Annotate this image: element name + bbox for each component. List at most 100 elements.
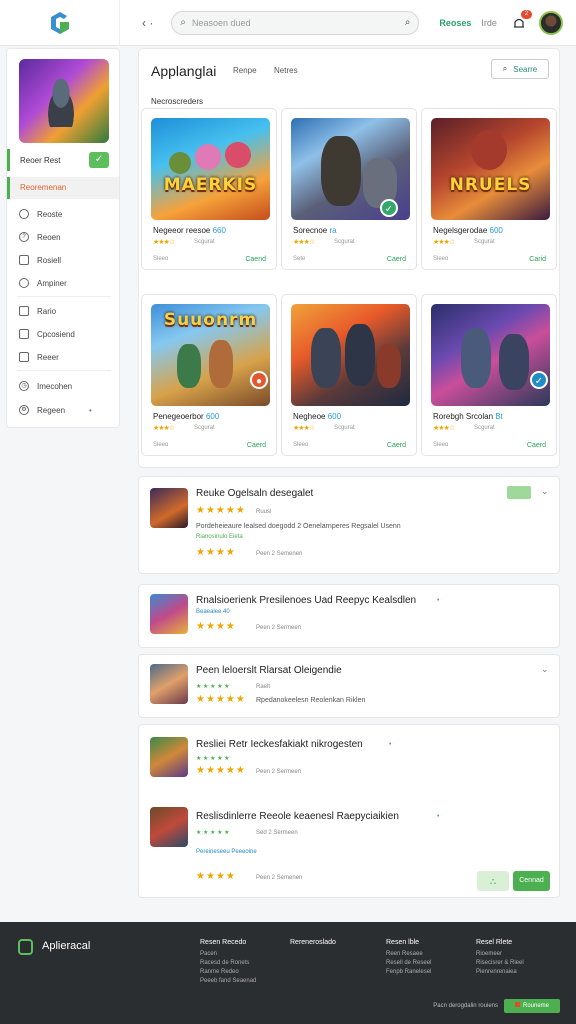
game-art[interactable]: MAERKIS	[151, 118, 270, 220]
square-icon	[19, 329, 29, 339]
card-action[interactable]: Caerd	[247, 442, 266, 449]
game-card[interactable]: Negheoe 600 ★★★☆ Scgurat Sleeo Caerd	[281, 294, 417, 456]
card-title: Sorecnoe ra	[293, 226, 337, 235]
list-footer: Peen 2 Sermeen	[256, 769, 302, 775]
top-link-secondary[interactable]: Irde	[481, 18, 497, 28]
chevron-down-icon[interactable]: ⌄	[541, 664, 549, 675]
app-logo[interactable]	[0, 0, 120, 46]
notification-bell-icon[interactable]: 2	[511, 9, 532, 31]
list-sub: Raelt	[256, 684, 271, 690]
sidebar-item-4[interactable]: Ampiner	[19, 278, 67, 288]
footer-column: Rereneroslado	[290, 939, 336, 951]
search-bar[interactable]: ⌕ Neasoen dued ⌕	[171, 10, 420, 35]
sidebar-item-9[interactable]: ⚙ Regeen •	[19, 405, 92, 415]
sidebar-item-active[interactable]: Reoremenan	[7, 177, 119, 199]
list-title[interactable]: Peen leloerslt Rlarsat Oleigendie	[196, 665, 342, 676]
game-card[interactable]: ✓ Sorecnoe ra ★★★☆ Scgurat Sete Caerd	[281, 108, 417, 270]
sidebar-item-6[interactable]: Cpcosiend	[19, 329, 75, 339]
section-label: Necroscreders	[151, 97, 204, 106]
sidebar-item-8[interactable]: ◷ Imecohen	[19, 381, 72, 391]
notification-badge: 2	[520, 9, 532, 19]
game-card[interactable]: NRUELS Negelsgerodae 600 ★★★☆ Scgurat Sl…	[421, 108, 557, 270]
search-icon: ⌕	[180, 17, 186, 28]
card-action[interactable]: Caerd	[387, 442, 406, 449]
users-icon[interactable]: ⛬	[477, 871, 509, 891]
card-meta: Sleeo	[153, 256, 169, 262]
sidebar-item-5[interactable]: Rario	[19, 306, 56, 316]
footer-action-button[interactable]: Rouneme	[504, 999, 560, 1013]
check-icon[interactable]: ✓	[89, 152, 109, 168]
sidebar-item-label: Imecohen	[37, 381, 73, 391]
sidebar-user-name: Reoer Rest	[20, 155, 61, 165]
user-avatar[interactable]	[538, 10, 563, 35]
list-thumb[interactable]	[150, 737, 188, 777]
game-art[interactable]: NRUELS	[431, 118, 550, 220]
footer-heading: Resen lble	[386, 939, 420, 946]
search-button[interactable]: ⌕ Searre	[491, 59, 549, 79]
star-rating-icon: ★★★★	[196, 621, 236, 632]
game-card[interactable]: ✓ Rorebgh Srcolan Bt ★★★☆ Scgurat Sleeo …	[421, 294, 557, 456]
game-art[interactable]	[431, 304, 550, 406]
tab-2[interactable]: Netres	[274, 66, 298, 75]
search-submit-icon[interactable]: ⌕	[405, 17, 411, 28]
list-thumb[interactable]	[150, 594, 188, 634]
footer: Aplieracal Resen Recedo Pacen Racesd de …	[0, 922, 576, 1024]
list-title[interactable]: Resliei Retr Ieckesfakiakt nikrogesten	[196, 739, 363, 750]
footer-column: Resel Rlete Rioemeer Risecisrer & Rleel …	[476, 939, 524, 978]
footer-link[interactable]: Ranme Redeo	[200, 969, 256, 975]
list-item[interactable]: Reuke Ogelsaln desegalet ★★★★★ Ruusl Por…	[138, 476, 560, 574]
card-action[interactable]: Caend	[245, 256, 266, 263]
footer-link[interactable]: Risecisrer & Rleel	[476, 960, 524, 966]
star-rating-icon: ★★★☆	[293, 239, 315, 246]
sidebar-item-7[interactable]: Reeer	[19, 352, 59, 362]
footer-link[interactable]: Reen Resaee	[386, 951, 431, 957]
check-badge-icon: ✓	[380, 199, 398, 217]
sidebar-item-1[interactable]: Reoste	[19, 209, 62, 219]
footer-link[interactable]: Rioemeer	[476, 951, 524, 957]
search-button-label: Searre	[513, 64, 538, 74]
list-thumb[interactable]	[150, 488, 188, 528]
action-button[interactable]: Cennad	[513, 871, 550, 891]
sidebar-item-2[interactable]: ? Reoen	[19, 232, 61, 242]
sidebar-featured-art[interactable]	[19, 59, 109, 143]
footer-logo-icon[interactable]	[18, 939, 33, 955]
toggle-button[interactable]	[507, 486, 531, 499]
search-input[interactable]: Neasoen dued	[192, 18, 405, 28]
game-card[interactable]: MAERKIS Negeeor reesoe 660 ★★★☆ Scgurat …	[141, 108, 277, 270]
sidebar-item-label: Reeer	[37, 352, 59, 362]
footer-link[interactable]: Peeeb fand Seaenad	[200, 978, 256, 984]
tab-1[interactable]: Renpe	[233, 66, 257, 75]
footer-link[interactable]: Resell de Reseel	[386, 960, 431, 966]
list-item[interactable]: Peen leloerslt Rlarsat Oleigendie ★ ★ ★ …	[138, 654, 560, 718]
chevron-down-icon[interactable]: ⌄	[541, 486, 549, 497]
flag-icon	[514, 1002, 520, 1007]
list-title[interactable]: Reuke Ogelsaln desegalet	[196, 488, 313, 499]
star-rating-icon: ★★★☆	[153, 425, 175, 432]
footer-link[interactable]: Pienrenrenaiea	[476, 969, 524, 975]
sidebar-item-label: Ampiner	[37, 278, 67, 288]
back-chevron-icon[interactable]: ‹ ·	[142, 16, 153, 30]
game-art[interactable]: Suuonrm	[151, 304, 270, 406]
footer-link[interactable]: Pacen	[200, 951, 256, 957]
game-art[interactable]	[291, 304, 410, 406]
card-action[interactable]: Caerd	[527, 442, 546, 449]
fire-badge-icon: ●	[250, 371, 268, 389]
footer-link[interactable]: Racesd de Ronets	[200, 960, 256, 966]
card-rating-text: Scgurat	[474, 425, 495, 431]
top-link-primary[interactable]: Reoses	[439, 18, 471, 28]
dropdown-dot-icon: •	[89, 405, 92, 415]
footer-link[interactable]: Fenpb Ranelesel	[386, 969, 431, 975]
list-title[interactable]: Rnalsioerienk Presilenoes Uad Reepyc Kea…	[196, 595, 416, 606]
list-item[interactable]: Rnalsioerienk Presilenoes Uad Reepyc Kea…	[138, 584, 560, 648]
card-action[interactable]: Carid	[529, 256, 546, 263]
square-icon	[19, 352, 29, 362]
list-thumb[interactable]	[150, 664, 188, 704]
game-art-title: NRUELS	[449, 175, 532, 196]
game-card[interactable]: Suuonrm ● Penegeoerbor 600 ★★★☆ Scgurat …	[141, 294, 277, 456]
list-thumb[interactable]	[150, 807, 188, 847]
card-rating-text: Scgurat	[334, 239, 355, 245]
card-action[interactable]: Caerd	[387, 256, 406, 263]
sidebar-item-3[interactable]: Rosiell	[19, 255, 61, 265]
list-title[interactable]: Reslisdinlerre Reeole keaenesl Raepyciai…	[196, 811, 399, 822]
sidebar-user-row[interactable]: Reoer Rest ✓	[7, 149, 119, 171]
